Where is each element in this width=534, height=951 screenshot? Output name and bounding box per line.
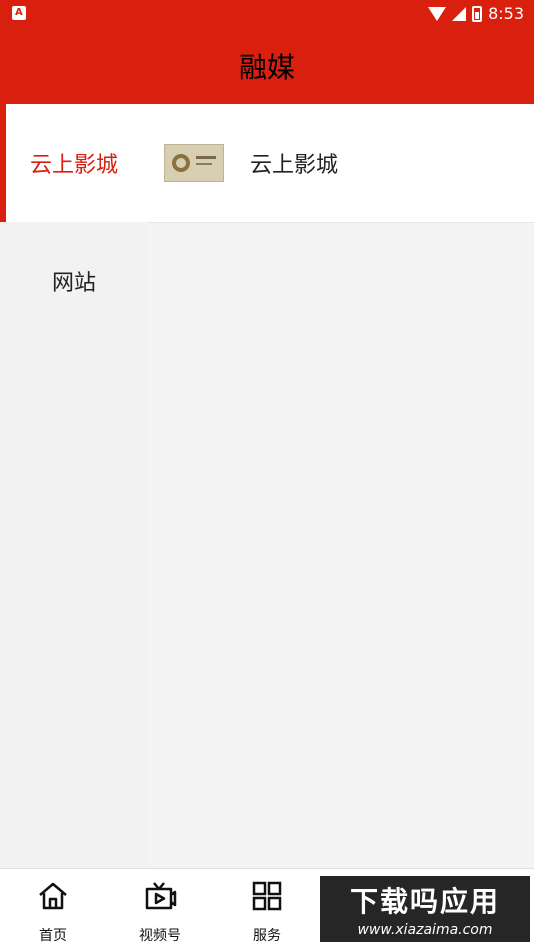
active-indicator: [0, 104, 6, 222]
list-item[interactable]: 云上影城: [148, 104, 534, 223]
signal-icon: [452, 6, 467, 21]
status-icons: 8:53: [428, 4, 524, 23]
tab-label: 首页: [39, 928, 67, 944]
sidebar-item-website[interactable]: 网站: [0, 222, 148, 340]
watermark-title: 下载吗应用: [349, 885, 500, 918]
tab-home[interactable]: 首页: [8, 879, 98, 944]
status-bar: A 8:53: [0, 0, 534, 28]
watermark-url: www.xiazaima.com: [357, 922, 493, 938]
wifi-icon: [428, 6, 447, 21]
page-title: 融媒: [238, 51, 295, 84]
home-icon: [36, 879, 70, 913]
tab-services[interactable]: 服务: [222, 879, 312, 944]
list-item-label: 云上影城: [250, 153, 339, 178]
notification-label: A: [15, 7, 23, 18]
sidebar-item-cinema[interactable]: 云上影城: [0, 104, 148, 222]
video-tv-icon: [143, 879, 177, 913]
content-panel: 云上影城: [148, 104, 534, 868]
app-bar: 融媒: [0, 28, 534, 104]
film-reel-icon: [172, 154, 190, 172]
notification-icon: A: [12, 6, 26, 20]
cinema-thumbnail: [164, 144, 224, 182]
grid-icon: [250, 879, 284, 913]
battery-icon: [472, 5, 483, 22]
watermark: 下载吗应用 www.xiazaima.com: [320, 876, 530, 942]
tab-label: 视频号: [139, 928, 181, 944]
category-sidebar: 云上影城 网站: [0, 104, 148, 868]
sidebar-item-label: 云上影城: [29, 153, 118, 178]
sidebar-item-label: 网站: [51, 271, 96, 296]
status-time: 8:53: [488, 4, 524, 23]
tab-label: 服务: [253, 928, 281, 944]
tab-video[interactable]: 视频号: [115, 879, 205, 944]
